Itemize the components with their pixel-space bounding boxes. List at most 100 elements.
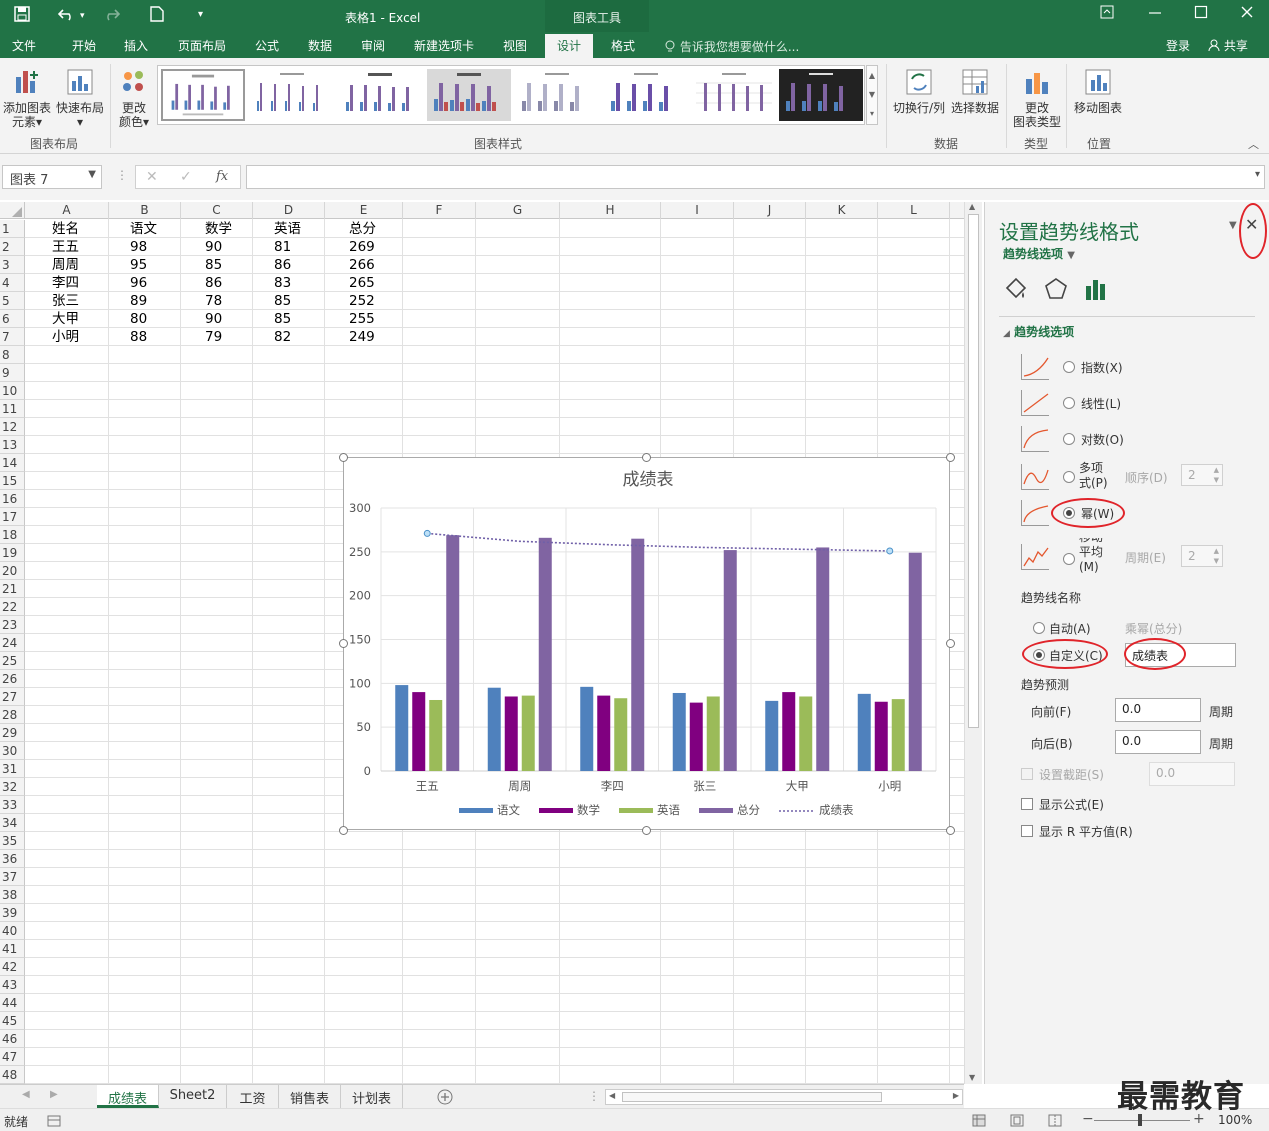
login-link[interactable]: 登录 xyxy=(1166,37,1190,54)
column-header[interactable]: D xyxy=(253,202,325,219)
polynomial-radio[interactable] xyxy=(1063,471,1075,483)
tab-design[interactable]: 设计 xyxy=(545,34,594,58)
order-stepper[interactable]: 2 ▲ ▼ xyxy=(1181,464,1223,486)
row-header[interactable]: 15 xyxy=(0,472,25,490)
minimize-icon[interactable] xyxy=(1148,5,1162,23)
name-box-dropdown-icon[interactable]: ▼ xyxy=(88,169,96,180)
chart-style-5[interactable] xyxy=(515,69,599,121)
row-header[interactable]: 11 xyxy=(0,400,25,418)
show-equation-checkbox[interactable] xyxy=(1021,798,1033,810)
row-header[interactable]: 44 xyxy=(0,994,25,1012)
column-header[interactable]: E xyxy=(325,202,403,219)
intercept-input[interactable]: 0.0 xyxy=(1149,762,1235,786)
redo-icon[interactable] xyxy=(102,6,121,26)
row-header[interactable]: 41 xyxy=(0,940,25,958)
row-header[interactable]: 30 xyxy=(0,742,25,760)
row-header[interactable]: 1 xyxy=(0,220,25,238)
table-cell[interactable]: 李四 xyxy=(52,274,79,292)
row-header[interactable]: 16 xyxy=(0,490,25,508)
column-header[interactable]: G xyxy=(476,202,560,219)
row-header[interactable]: 37 xyxy=(0,868,25,886)
table-cell[interactable]: 90 xyxy=(205,310,222,328)
collapse-ribbon-icon[interactable]: ︿ xyxy=(1248,136,1259,152)
table-cell[interactable]: 249 xyxy=(349,328,375,346)
move-chart-button[interactable]: 移动图表 xyxy=(1070,67,1126,115)
table-cell[interactable]: 大甲 xyxy=(52,310,79,328)
table-cell[interactable]: 88 xyxy=(130,328,147,346)
column-header[interactable]: J xyxy=(734,202,806,219)
column-header[interactable]: K xyxy=(806,202,878,219)
row-header[interactable]: 8 xyxy=(0,346,25,364)
row-header[interactable]: 32 xyxy=(0,778,25,796)
chart-style-3[interactable] xyxy=(338,69,422,121)
close-window-icon[interactable] xyxy=(1240,5,1254,23)
row-header[interactable]: 7 xyxy=(0,328,25,346)
tab-review[interactable]: 审阅 xyxy=(361,37,385,54)
prev-sheet-icon[interactable]: ◀ xyxy=(22,1089,30,1100)
save-icon[interactable] xyxy=(14,6,30,26)
table-cell[interactable]: 83 xyxy=(274,274,291,292)
column-header[interactable]: B xyxy=(109,202,181,219)
table-cell[interactable]: 269 xyxy=(349,238,375,256)
header-cell[interactable]: 总分 xyxy=(349,220,376,238)
tab-formulas[interactable]: 公式 xyxy=(255,37,279,54)
row-header[interactable]: 19 xyxy=(0,544,25,562)
column-header[interactable]: F xyxy=(403,202,476,219)
table-cell[interactable]: 252 xyxy=(349,292,375,310)
chart-style-4[interactable] xyxy=(427,69,511,121)
zoom-slider[interactable] xyxy=(1094,1120,1190,1121)
table-cell[interactable]: 小明 xyxy=(52,328,79,346)
scroll-down-icon[interactable]: ▼ xyxy=(969,1073,975,1082)
switch-row-column-button[interactable]: 切换行/列 xyxy=(890,67,948,115)
sheet-tab[interactable]: 工资 xyxy=(227,1085,279,1108)
row-header[interactable]: 5 xyxy=(0,292,25,310)
tab-file[interactable]: 文件 xyxy=(12,37,36,54)
chart-resize-handle[interactable] xyxy=(946,639,955,648)
header-cell[interactable]: 数学 xyxy=(205,220,232,238)
sheet-tab[interactable]: 销售表 xyxy=(279,1085,341,1108)
zoom-out-icon[interactable]: − xyxy=(1082,1111,1094,1127)
table-cell[interactable]: 张三 xyxy=(52,292,79,310)
logarithmic-radio[interactable] xyxy=(1063,433,1075,445)
chart-style-1[interactable] xyxy=(161,69,245,121)
show-r-squared-checkbox[interactable] xyxy=(1021,825,1033,837)
name-auto-radio[interactable] xyxy=(1033,622,1045,634)
row-header[interactable]: 22 xyxy=(0,598,25,616)
row-header[interactable]: 17 xyxy=(0,508,25,526)
row-header[interactable]: 13 xyxy=(0,436,25,454)
column-header[interactable]: I xyxy=(661,202,734,219)
tab-page-layout[interactable]: 页面布局 xyxy=(178,37,226,54)
change-colors-button[interactable]: 更改 颜色▾ xyxy=(114,67,154,129)
undo-dropdown-icon[interactable]: ▾ xyxy=(80,11,85,21)
macro-record-icon[interactable] xyxy=(47,1115,61,1127)
row-header[interactable]: 21 xyxy=(0,580,25,598)
table-cell[interactable]: 85 xyxy=(205,256,222,274)
row-header[interactable]: 31 xyxy=(0,760,25,778)
table-cell[interactable]: 265 xyxy=(349,274,375,292)
row-header[interactable]: 25 xyxy=(0,652,25,670)
row-header[interactable]: 24 xyxy=(0,634,25,652)
row-header[interactable]: 14 xyxy=(0,454,25,472)
column-header[interactable]: L xyxy=(878,202,950,219)
column-header[interactable]: A xyxy=(25,202,109,219)
page-break-view-icon[interactable] xyxy=(1048,1114,1062,1127)
chart-style-6[interactable] xyxy=(604,69,688,121)
row-header[interactable]: 4 xyxy=(0,274,25,292)
column-header[interactable]: C xyxy=(181,202,253,219)
split-handle-icon[interactable]: ⋮ xyxy=(588,1089,600,1103)
row-header[interactable]: 27 xyxy=(0,688,25,706)
header-cell[interactable]: 语文 xyxy=(130,220,157,238)
table-cell[interactable]: 86 xyxy=(205,274,222,292)
select-data-button[interactable]: 选择数据 xyxy=(949,67,1001,115)
insert-function-icon[interactable]: fx xyxy=(216,169,228,184)
chart-style-7[interactable] xyxy=(692,69,776,121)
new-file-icon[interactable] xyxy=(150,6,164,26)
section-trendline-options[interactable]: ◢ 趋势线选项 xyxy=(1003,323,1074,340)
cancel-icon[interactable]: ✕ xyxy=(146,169,158,185)
sheet-tab-active[interactable]: 成绩表 xyxy=(97,1085,159,1108)
normal-view-icon[interactable] xyxy=(972,1114,986,1127)
row-header[interactable]: 35 xyxy=(0,832,25,850)
row-header[interactable]: 43 xyxy=(0,976,25,994)
tab-format[interactable]: 格式 xyxy=(611,37,635,54)
stepper-arrows-icon[interactable]: ▲ ▼ xyxy=(1214,465,1219,485)
